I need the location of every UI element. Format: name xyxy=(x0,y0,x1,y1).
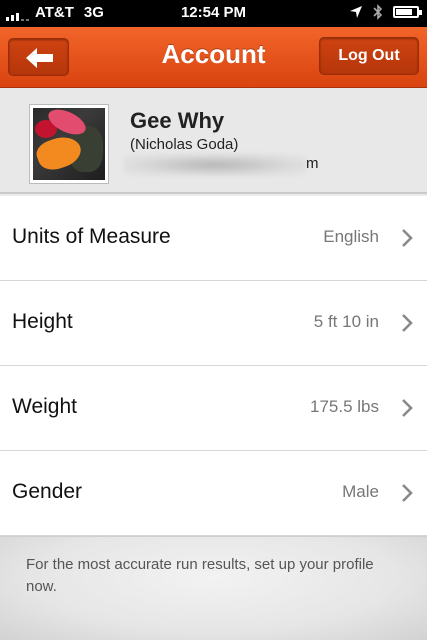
back-button[interactable] xyxy=(8,38,69,76)
settings-row-value: 175.5 lbs xyxy=(310,397,379,416)
settings-row-value: 5 ft 10 in xyxy=(313,312,379,331)
settings-row-units[interactable]: Units of Measure English xyxy=(0,196,427,281)
chevron-right-icon xyxy=(402,229,413,247)
location-arrow-icon xyxy=(350,6,362,18)
profile-header: Gee Why (Nicholas Goda) m xyxy=(0,88,427,194)
bluetooth-icon xyxy=(373,4,383,20)
logout-button[interactable]: Log Out xyxy=(319,37,419,75)
chevron-right-icon xyxy=(402,399,413,417)
settings-row-value: Male xyxy=(342,482,379,501)
status-right xyxy=(349,4,422,20)
chevron-right-icon xyxy=(402,314,413,332)
page-title: Account xyxy=(161,39,266,69)
profile-email-tail: m xyxy=(306,155,319,172)
profile-email-redacted xyxy=(124,154,306,176)
settings-row-value: English xyxy=(323,227,379,246)
profile-name: Gee Why xyxy=(130,108,225,133)
settings-list: Units of Measure English Height 5 ft 10 … xyxy=(0,196,427,536)
settings-row-label: Weight xyxy=(12,395,77,418)
settings-row-label: Units of Measure xyxy=(12,225,171,248)
avatar[interactable] xyxy=(29,104,109,184)
chevron-right-icon xyxy=(402,484,413,502)
settings-row-gender[interactable]: Gender Male xyxy=(0,451,427,536)
avatar-image xyxy=(33,108,105,180)
settings-row-height[interactable]: Height 5 ft 10 in xyxy=(0,281,427,366)
profile-full-name: (Nicholas Goda) xyxy=(130,136,239,153)
navigation-bar: Account Log Out xyxy=(0,27,427,88)
settings-row-weight[interactable]: Weight 175.5 lbs xyxy=(0,366,427,451)
profile-setup-note: For the most accurate run results, set u… xyxy=(0,536,427,640)
back-arrow-icon xyxy=(26,48,53,68)
settings-row-label: Height xyxy=(12,310,73,333)
status-bar: AT&T 3G 12:54 PM xyxy=(0,0,427,27)
footer-note-text: For the most accurate run results, set u… xyxy=(26,556,374,595)
settings-row-label: Gender xyxy=(12,480,83,503)
battery-icon xyxy=(393,6,422,18)
